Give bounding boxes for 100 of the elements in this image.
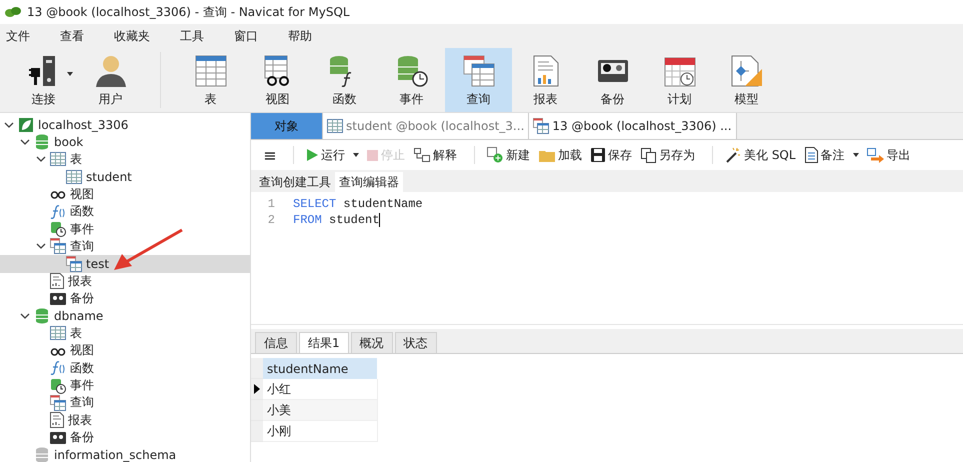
toolbar-button[interactable]: 事件 — [378, 48, 445, 112]
user-icon — [94, 54, 128, 88]
result-tab[interactable]: 信息 — [255, 332, 297, 353]
menu-item[interactable]: 帮助 — [288, 28, 312, 44]
caret-icon — [353, 153, 359, 157]
toolbar-button[interactable]: 视图 — [244, 48, 311, 112]
toolbar-button[interactable]: 运行 — [306, 146, 359, 164]
toolbar-button[interactable]: 解释 — [414, 146, 458, 164]
app-logo-icon — [5, 6, 21, 18]
tree-item[interactable]: 备份 — [0, 290, 250, 308]
document-icon — [804, 147, 818, 163]
toolbar-button[interactable]: 美化 SQL — [725, 146, 797, 164]
stop-icon — [367, 150, 378, 160]
new-query-icon — [487, 147, 503, 163]
tree-item[interactable]: 函数 — [0, 202, 250, 220]
toolbar-button[interactable]: 模型 — [713, 48, 780, 112]
tree-item[interactable]: information_schema — [0, 446, 250, 462]
toolbar-button[interactable]: 查询 — [445, 48, 512, 112]
table-cell: 小刚 — [263, 421, 378, 442]
table-icon — [194, 55, 226, 87]
menu-item[interactable]: 文件 — [6, 28, 30, 44]
tree-item[interactable]: test — [0, 255, 250, 273]
table-icon — [327, 118, 343, 134]
tree-item[interactable]: 表 — [0, 150, 250, 168]
menu-item[interactable]: 窗口 — [234, 28, 258, 44]
database-clock-icon — [50, 221, 66, 238]
report-icon — [50, 273, 64, 290]
function-icon — [50, 360, 66, 376]
result-tab[interactable]: 结果1 — [299, 332, 349, 353]
tree-item[interactable]: 查询 — [0, 394, 250, 412]
tree-item[interactable]: 查询 — [0, 238, 250, 256]
tree-item[interactable]: 报表 — [0, 272, 250, 290]
explain-icon — [414, 148, 430, 162]
result-tab[interactable]: 概况 — [350, 332, 393, 353]
tree-item[interactable]: 备份 — [0, 429, 250, 446]
magic-wand-icon — [725, 147, 741, 163]
chevron-down-icon[interactable] — [36, 242, 46, 250]
play-icon — [306, 149, 318, 161]
caret-icon — [66, 72, 72, 76]
code-editor[interactable]: 1 SELECT studentName 2 FROM student — [251, 192, 963, 325]
chevron-down-icon[interactable] — [4, 120, 14, 129]
result-tab[interactable]: 状态 — [394, 332, 437, 353]
menu-item[interactable]: 收藏夹 — [114, 28, 150, 44]
toolbar-button[interactable]: 报表 — [512, 48, 579, 112]
report-icon — [532, 55, 558, 87]
tree-item[interactable]: student — [0, 168, 250, 186]
table-icon — [50, 151, 66, 168]
window-title: 13 @book (localhost_3306) - 查询 - Navicat for MySQL — [27, 4, 350, 20]
database-icon — [34, 134, 50, 150]
column-header[interactable]: studentName — [263, 358, 377, 379]
query-table-icon — [462, 55, 494, 87]
chevron-down-icon[interactable] — [20, 312, 30, 320]
tree-item[interactable]: 事件 — [0, 220, 250, 238]
database-icon — [34, 308, 50, 324]
menu-item[interactable]: 工具 — [180, 28, 204, 44]
document-tab[interactable]: student @book (localhost_3... — [323, 113, 530, 139]
toolbar-button[interactable]: 新建 — [487, 146, 531, 164]
line-number: 2 — [266, 213, 275, 227]
query-table-icon — [50, 394, 66, 411]
toolbar-button[interactable]: 备注 — [804, 146, 859, 164]
code-line: SELECT studentName — [293, 197, 423, 211]
chevron-down-icon[interactable] — [36, 155, 46, 164]
tree-item[interactable]: 表 — [0, 324, 250, 342]
table-icon — [50, 325, 66, 342]
toolbar-button[interactable]: 另存为 — [641, 146, 696, 164]
tree-item[interactable]: 视图 — [0, 342, 250, 360]
menu-item[interactable]: 查看 — [60, 28, 84, 44]
chevron-down-icon[interactable] — [20, 138, 30, 146]
toolbar-button[interactable]: 计划 — [646, 48, 713, 112]
tree-item[interactable]: 函数 — [0, 359, 250, 377]
database-clock-icon — [50, 378, 66, 394]
tree-item[interactable]: book — [0, 133, 250, 151]
copy-icon — [641, 148, 656, 162]
toolbar-button[interactable]: 函数 — [311, 48, 378, 112]
toolbar-button[interactable]: 备份 — [579, 48, 646, 112]
editor-tab[interactable]: 查询创建工具 — [255, 172, 335, 192]
table-icon — [66, 168, 82, 185]
annotation-arrow — [112, 228, 184, 272]
document-tab[interactable]: 13 @book (localhost_3306) ... — [529, 113, 737, 139]
row-header[interactable] — [251, 379, 263, 400]
toolbar-button[interactable]: 用户 — [77, 48, 144, 112]
toolbar-button[interactable]: 导出 — [866, 146, 912, 164]
function-icon — [50, 204, 66, 220]
editor-tab[interactable]: 查询编辑器 — [335, 172, 403, 192]
tree-item[interactable]: dbname — [0, 307, 250, 325]
query-table-icon — [533, 118, 550, 134]
toolbar-button[interactable]: 表 — [177, 48, 244, 112]
toolbar-button[interactable]: 连接 — [10, 48, 77, 112]
calendar-clock-icon — [664, 55, 696, 87]
cassette-icon — [50, 430, 66, 445]
toolbar-button[interactable]: 加载 — [539, 146, 583, 164]
menu-button[interactable]: ≡ — [259, 146, 281, 164]
model-icon — [730, 55, 762, 87]
document-tab[interactable]: 对象 — [251, 113, 323, 139]
tree-item[interactable]: 报表 — [0, 412, 250, 430]
tree-item[interactable]: localhost_3306 — [0, 116, 250, 134]
toolbar-button[interactable]: 保存 — [591, 146, 633, 164]
tree-item[interactable]: 事件 — [0, 376, 250, 394]
tree-item[interactable]: 视图 — [0, 186, 250, 203]
export-icon — [866, 148, 884, 162]
